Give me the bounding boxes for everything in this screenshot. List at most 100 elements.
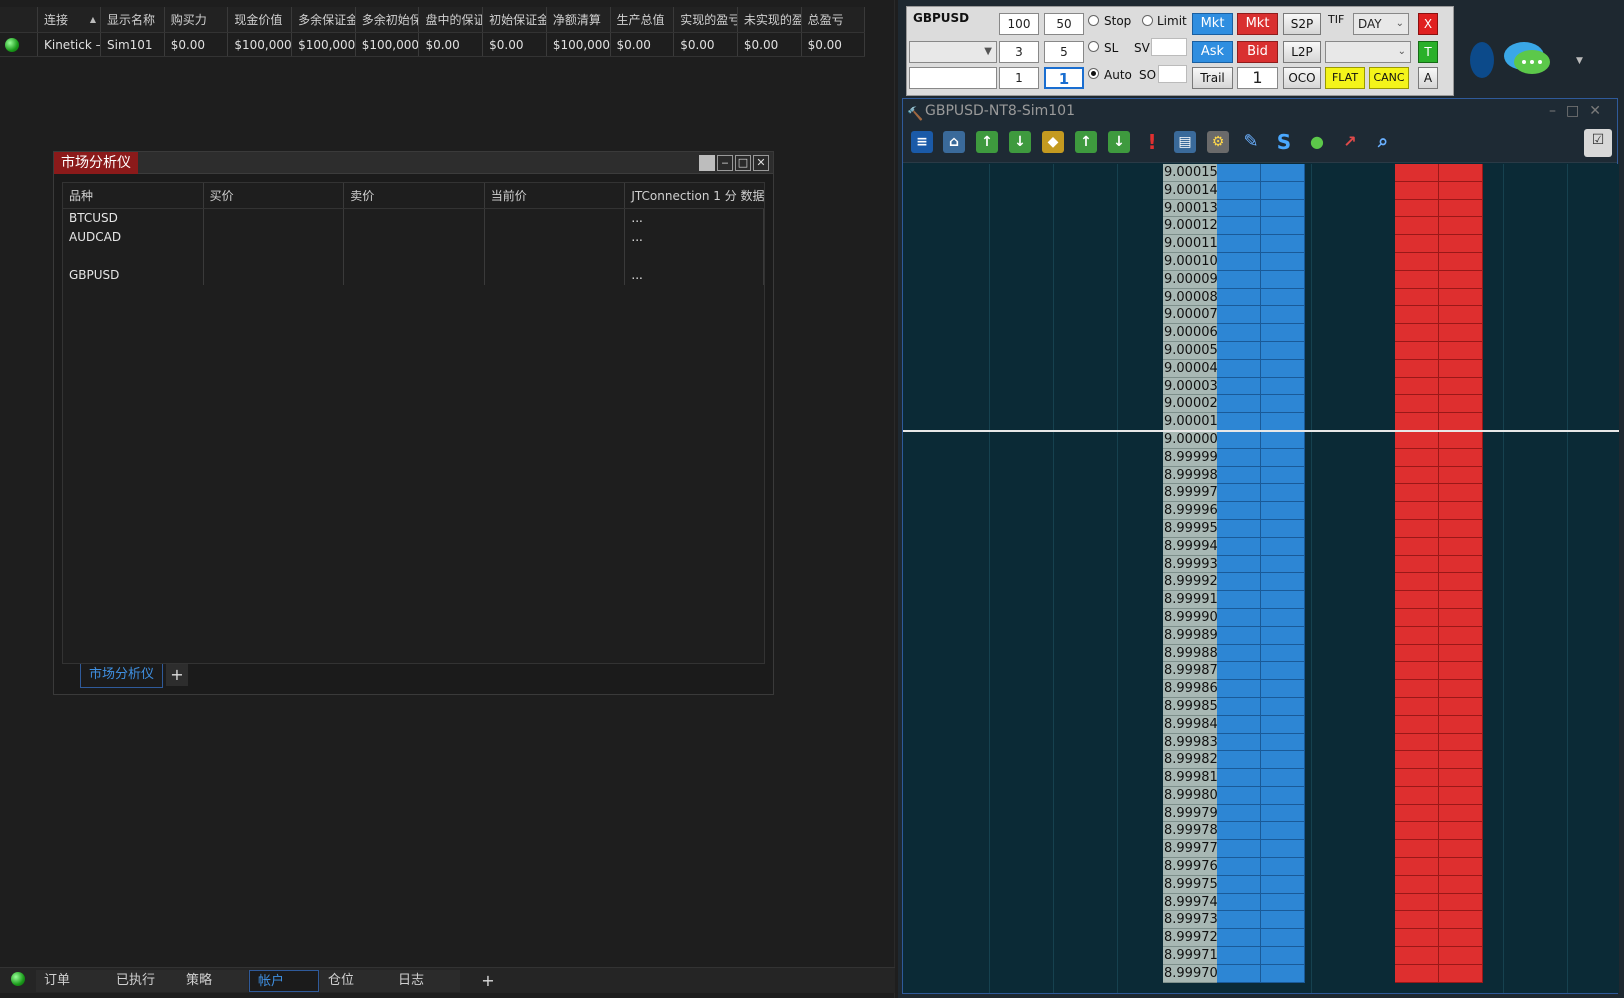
sell-cell[interactable] [1395,181,1439,200]
buy-cell[interactable] [1217,430,1261,449]
price-cell[interactable]: 9.00002 [1163,395,1217,414]
sell-cell[interactable] [1395,751,1439,770]
buy-cell[interactable] [1261,964,1305,983]
wrench-icon[interactable]: ✎ [1240,131,1262,153]
superdom-titlebar[interactable]: 🔨 GBPUSD-NT8-Sim101 –□✕ [903,99,1617,123]
price-cell[interactable]: 8.99998 [1163,466,1217,485]
buy-cell[interactable] [1217,769,1261,787]
buy-cell[interactable] [1217,164,1261,182]
sell-cell[interactable] [1395,430,1439,449]
buy-cell[interactable] [1217,929,1261,948]
column-header[interactable]: 品种 [63,183,204,208]
sell-cell[interactable] [1395,786,1439,805]
price-cell[interactable]: 8.99999 [1163,448,1217,467]
buy-cell[interactable] [1217,858,1261,876]
buy-cell[interactable] [1217,875,1261,894]
price-cell[interactable]: 8.99988 [1163,644,1217,663]
tab-strategies[interactable]: 策略 [178,970,248,992]
price-cell[interactable]: 9.00004 [1163,359,1217,378]
price-cell[interactable]: 8.99983 [1163,733,1217,752]
sell-cell[interactable] [1395,591,1439,609]
qty-preset-100[interactable]: 100 [999,13,1039,35]
arrow-up-icon[interactable]: ↑ [976,131,998,153]
sell-cell[interactable] [1395,769,1439,787]
sell-cell[interactable] [1439,947,1483,965]
column-header[interactable]: JTConnection 1 分 数据 [625,183,764,208]
sell-cell[interactable] [1439,858,1483,876]
buy-cell[interactable] [1217,608,1261,627]
buy-cell[interactable] [1217,217,1261,236]
buy-cell[interactable] [1261,769,1305,787]
qty-preset-3[interactable]: 3 [999,41,1039,63]
window-controls[interactable]: –□✕ [1549,99,1611,123]
price-cell[interactable]: 8.99974 [1163,893,1217,912]
close-position-button[interactable]: X [1418,13,1438,35]
chat-icon[interactable]: ● [1306,131,1328,153]
sell-cell[interactable] [1439,733,1483,752]
buy-cell[interactable] [1217,413,1261,431]
price-cell[interactable]: 8.99996 [1163,502,1217,520]
buy-cell[interactable] [1261,217,1305,236]
sell-cell[interactable] [1439,164,1483,182]
sell-cell[interactable] [1439,964,1483,983]
sell-cell[interactable] [1395,341,1439,360]
buy-cell[interactable] [1217,519,1261,538]
buy-cell[interactable] [1261,466,1305,485]
sell-cell[interactable] [1395,875,1439,894]
sell-cell[interactable] [1395,519,1439,538]
buy-cell[interactable] [1261,929,1305,948]
sell-cell[interactable] [1439,537,1483,556]
price-cell[interactable]: 9.00010 [1163,252,1217,271]
sell-cell[interactable] [1439,395,1483,414]
instrument-row[interactable]: GBPUSD... [63,266,764,285]
price-cell[interactable]: 9.00003 [1163,377,1217,396]
radio-limit[interactable] [1142,15,1153,26]
buy-cell[interactable] [1217,377,1261,396]
buy-cell[interactable] [1261,786,1305,805]
sell-cell[interactable] [1439,769,1483,787]
trail-button[interactable]: Trail [1192,67,1233,89]
sell-cell[interactable] [1395,911,1439,930]
sell-cell[interactable] [1395,359,1439,378]
price-cell[interactable]: 8.99972 [1163,929,1217,948]
buy-cell[interactable] [1261,430,1305,449]
price-cell[interactable]: 8.99994 [1163,537,1217,556]
sell-cell[interactable] [1395,164,1439,182]
price-cell[interactable]: 8.99986 [1163,680,1217,698]
price-cell[interactable]: 8.99975 [1163,875,1217,894]
sell-cell[interactable] [1395,217,1439,236]
buy-cell[interactable] [1261,252,1305,271]
buy-cell[interactable] [1261,697,1305,716]
instrument-row[interactable]: BTCUSD... [63,209,764,228]
sell-cell[interactable] [1395,858,1439,876]
buy-cell[interactable] [1217,751,1261,770]
sell-cell[interactable] [1395,893,1439,912]
sell-cell[interactable] [1439,644,1483,663]
price-cell[interactable]: 8.99995 [1163,519,1217,538]
sell-cell[interactable] [1439,840,1483,859]
account-select[interactable]: ▼ [909,41,997,63]
column-header[interactable]: 显示名称 [101,7,165,32]
column-header[interactable]: 实现的盈亏 [674,7,738,32]
tab-market-analyzer[interactable]: 市场分析仪 [80,664,164,688]
buy-cell[interactable] [1261,484,1305,503]
sell-cell[interactable] [1439,359,1483,378]
sell-cell[interactable] [1395,413,1439,431]
sell-cell[interactable] [1439,680,1483,698]
buy-cell[interactable] [1217,964,1261,983]
minimize-icon[interactable]: ‒ [717,155,733,171]
price-cell[interactable]: 8.99997 [1163,484,1217,503]
price-cell[interactable]: 9.00007 [1163,306,1217,325]
buy-cell[interactable] [1261,288,1305,307]
buy-cell[interactable] [1217,395,1261,414]
buy-cell[interactable] [1261,840,1305,859]
alert-icon[interactable]: ! [1141,131,1163,153]
buy-cell[interactable] [1261,875,1305,894]
sell-cell[interactable] [1395,697,1439,716]
price-cell[interactable]: 9.00012 [1163,217,1217,236]
tab-positions[interactable]: 仓位 [320,970,390,992]
radio-stop[interactable] [1088,15,1099,26]
column-header[interactable]: 多余保证金 [292,7,356,32]
buy-cell[interactable] [1261,199,1305,218]
column-header[interactable]: 现金价值 [228,7,293,32]
